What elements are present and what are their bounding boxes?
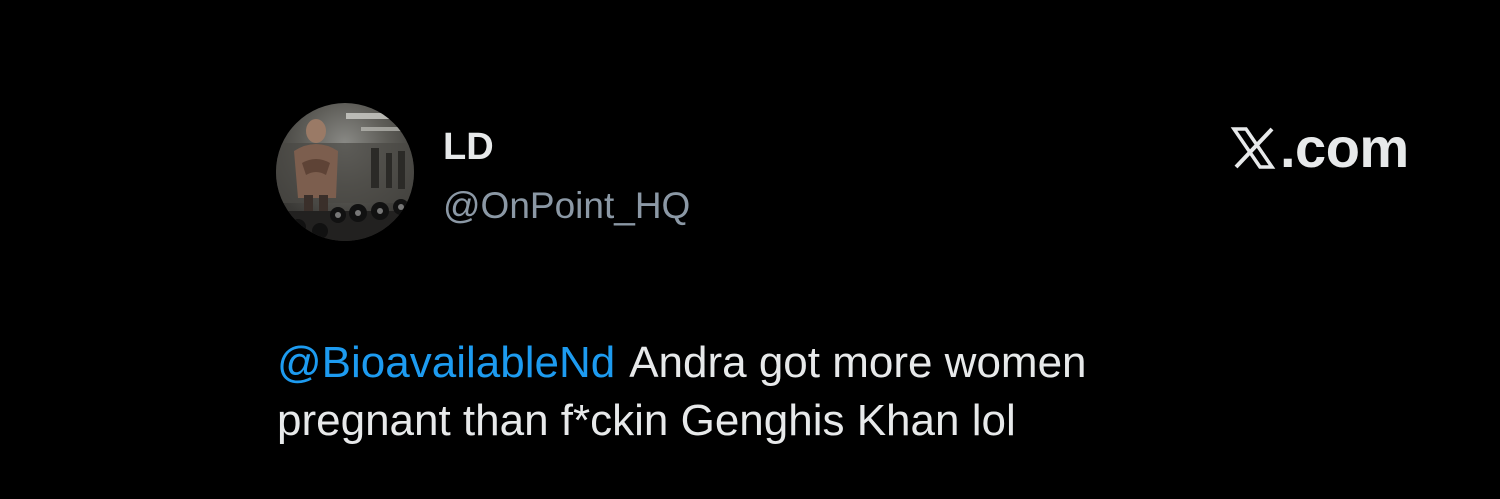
- tweet-card: LD @OnPoint_HQ .com @BioavailableNd Andra…: [0, 0, 1500, 499]
- tweet-text-line-2: pregnant than f*ckin Genghis Khan lol: [277, 396, 1016, 445]
- tweet-line-1: @BioavailableNd Andra got more women: [277, 334, 1377, 392]
- avatar[interactable]: [276, 103, 414, 241]
- brand-domain-text: .com: [1280, 116, 1409, 179]
- user-handle[interactable]: @OnPoint_HQ: [443, 184, 690, 228]
- tweet-text-line-1: Andra got more women: [629, 338, 1087, 387]
- avatar-photo-icon: [276, 113, 414, 241]
- x-logo-icon: [1230, 127, 1276, 169]
- tweet-body: @BioavailableNd Andra got more women preg…: [277, 334, 1377, 450]
- brand-logo-link[interactable]: .com: [1228, 118, 1409, 178]
- mention-link[interactable]: @BioavailableNd: [277, 338, 615, 387]
- display-name[interactable]: LD: [443, 125, 494, 169]
